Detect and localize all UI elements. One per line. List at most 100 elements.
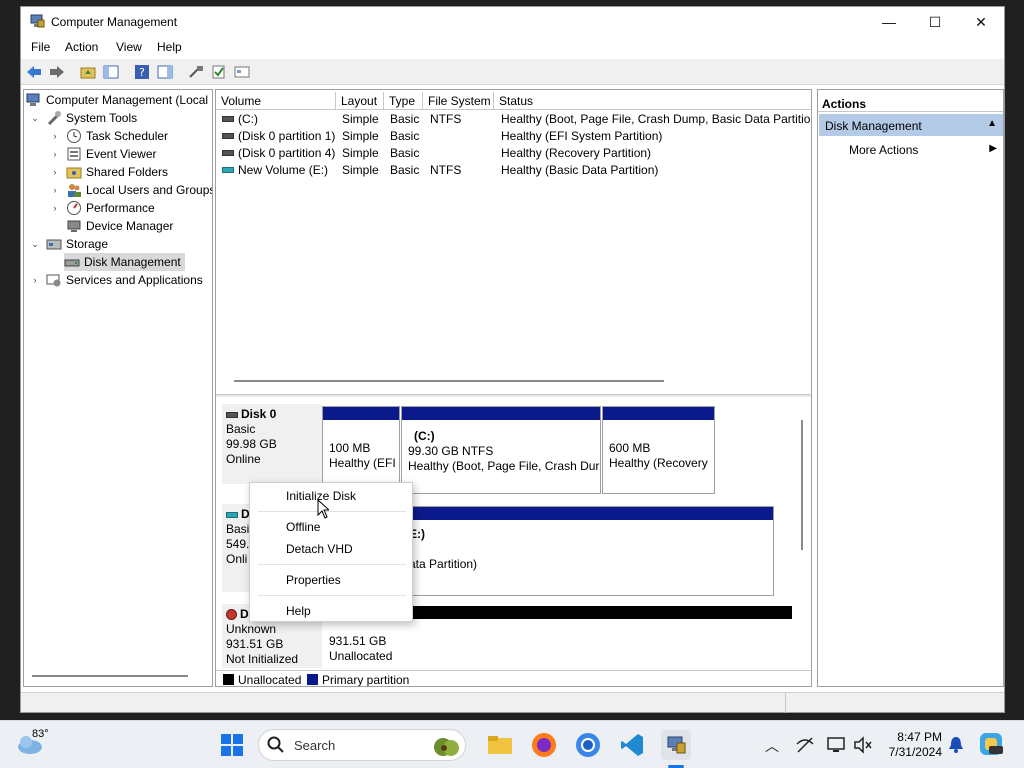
partition-efi[interactable]: 100 MB Healthy (EFI (322, 406, 400, 494)
volume-list-header: Volume Layout Type File System Status (216, 92, 811, 110)
help-icon[interactable]: ? (133, 63, 151, 81)
partition-c[interactable]: (C:) 99.30 GB NTFS Healthy (Boot, Page F… (401, 406, 601, 494)
title-bar[interactable]: Computer Management — ☐ ✕ (21, 7, 1004, 37)
column-header-file-system[interactable]: File System (423, 92, 494, 110)
up-folder-icon[interactable] (79, 63, 97, 81)
more-actions[interactable]: More Actions ▶ (819, 140, 1003, 160)
vscode-icon[interactable] (617, 730, 647, 760)
computer-management-taskbar-icon[interactable] (661, 730, 691, 760)
show-hidden-icons-chevron-icon[interactable]: ︿ (765, 736, 779, 756)
close-button[interactable]: ✕ (958, 7, 1004, 37)
table-row[interactable]: (Disk 0 partition 1) Simple Basic Health… (216, 128, 811, 145)
menu-item-properties[interactable]: Properties (286, 573, 341, 587)
tree-item-device-manager[interactable]: Device Manager (66, 217, 173, 235)
section-title: Disk Management (825, 119, 922, 133)
window-title: Computer Management (51, 15, 178, 29)
tree-label: Services and Applications (66, 273, 203, 287)
actions-pane: Actions Disk Management ▲ More Actions ▶ (817, 89, 1004, 687)
cell-volume: New Volume (E:) (238, 163, 329, 177)
chevron-right-icon[interactable]: › (50, 145, 60, 163)
partition-recovery[interactable]: 600 MB Healthy (Recovery (602, 406, 715, 494)
menu-file[interactable]: File (31, 40, 50, 54)
chevron-right-icon[interactable]: › (50, 199, 60, 217)
tree-item-computer-management[interactable]: Computer Management (Local (26, 91, 208, 109)
menu-action[interactable]: Action (65, 40, 98, 54)
volume-muted-icon[interactable] (853, 736, 873, 757)
legend-swatch-unallocated (223, 674, 234, 685)
navigation-tree: Computer Management (Local ⌄ System Tool… (23, 89, 213, 687)
menu-item-help[interactable]: Help (286, 604, 311, 618)
cell-volume: (Disk 0 partition 1) (238, 129, 336, 143)
copilot-icon[interactable] (979, 732, 1005, 759)
disk-state: Not Initialized (226, 652, 299, 666)
connect-icon[interactable] (187, 63, 205, 81)
table-row[interactable]: (Disk 0 partition 4) Simple Basic Health… (216, 145, 811, 162)
column-header-type[interactable]: Type (384, 92, 423, 110)
checklist-icon[interactable] (210, 63, 228, 81)
tree-item-services-applications[interactable]: Services and Applications (46, 271, 203, 289)
table-row[interactable]: New Volume (E:) Simple Basic NTFS Health… (216, 162, 811, 179)
tree-item-disk-management[interactable]: Disk Management (64, 253, 185, 271)
cell-type: Basic (390, 163, 420, 177)
menu-help[interactable]: Help (157, 40, 182, 54)
partition-status: Unallocated (329, 649, 393, 663)
network-disconnected-icon[interactable] (795, 736, 815, 757)
properties-icon[interactable] (233, 63, 251, 81)
chevron-down-icon[interactable]: ⌄ (30, 235, 40, 253)
cell-status: Healthy (EFI System Partition) (501, 129, 663, 143)
tree-label: Performance (86, 201, 155, 215)
volume-icon (222, 133, 234, 139)
search-box[interactable]: Search (258, 729, 466, 761)
firefox-icon[interactable] (529, 730, 559, 760)
tree-horizontal-scrollbar[interactable] (32, 675, 188, 677)
show-hide-tree-icon[interactable] (102, 63, 120, 81)
weather-widget[interactable]: 83° (16, 728, 49, 755)
display-icon[interactable] (827, 736, 847, 757)
chevron-down-icon[interactable]: ⌄ (30, 109, 40, 127)
chevron-right-icon[interactable]: › (30, 271, 40, 289)
notification-bell-icon[interactable] (948, 736, 964, 757)
column-header-status[interactable]: Status (494, 92, 811, 110)
tree-item-task-scheduler[interactable]: Task Scheduler (66, 127, 168, 145)
column-header-volume[interactable]: Volume (216, 92, 336, 110)
disk-view-vertical-scrollbar[interactable] (801, 420, 803, 550)
start-button[interactable] (217, 730, 247, 760)
show-hide-action-pane-icon[interactable] (156, 63, 174, 81)
disk-size: 99.98 GB (226, 437, 277, 451)
menu-item-detach-vhd[interactable]: Detach VHD (286, 542, 353, 556)
menu-item-offline[interactable]: Offline (286, 520, 320, 534)
clock-date: 7/31/2024 (888, 745, 942, 759)
disk-icon (226, 411, 238, 418)
tree-item-storage[interactable]: Storage (46, 235, 108, 253)
tree-item-local-users-groups[interactable]: Local Users and Groups (66, 181, 212, 199)
column-header-layout[interactable]: Layout (336, 92, 384, 110)
cell-volume: (C:) (238, 112, 258, 126)
minimize-button[interactable]: — (866, 7, 912, 37)
tree-item-system-tools[interactable]: System Tools (46, 109, 137, 127)
tree-label: Device Manager (86, 219, 174, 233)
pane-splitter[interactable] (216, 394, 811, 397)
partition-status: Healthy (Boot, Page File, Crash Dur (408, 459, 600, 473)
cell-volume: (Disk 0 partition 4) (238, 146, 336, 160)
svg-text:?: ? (139, 66, 145, 79)
disk-0-info[interactable]: Disk 0 Basic 99.98 GB Online (222, 404, 322, 484)
file-explorer-icon[interactable] (485, 730, 515, 760)
back-arrow-icon[interactable] (25, 63, 43, 81)
chevron-right-icon[interactable]: › (50, 163, 60, 181)
tree-item-shared-folders[interactable]: Shared Folders (66, 163, 168, 181)
clock[interactable]: 8:47 PM 7/31/2024 (880, 730, 942, 760)
table-row[interactable]: (C:) Simple Basic NTFS Healthy (Boot, Pa… (216, 111, 811, 128)
volume-list-horizontal-scrollbar[interactable] (234, 380, 664, 382)
forward-arrow-icon[interactable] (48, 63, 66, 81)
cell-layout: Simple (342, 112, 379, 126)
actions-section-disk-management[interactable]: Disk Management ▲ (819, 114, 1003, 136)
disk-management-icon (64, 254, 80, 270)
chevron-right-icon[interactable]: › (50, 127, 60, 145)
tree-item-event-viewer[interactable]: Event Viewer (66, 145, 156, 163)
clock-time: 8:47 PM (897, 730, 942, 744)
chrome-icon[interactable] (573, 730, 603, 760)
maximize-button[interactable]: ☐ (912, 7, 958, 37)
chevron-right-icon[interactable]: › (50, 181, 60, 199)
menu-view[interactable]: View (116, 40, 142, 54)
tree-item-performance[interactable]: Performance (66, 199, 155, 217)
